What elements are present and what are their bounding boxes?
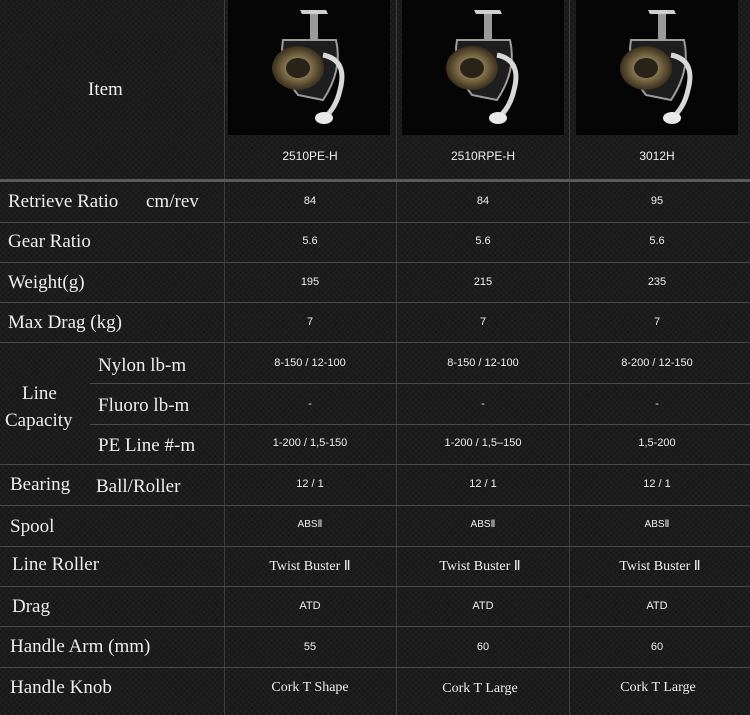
cell-fluoro: -	[481, 398, 485, 410]
header-divider	[0, 179, 750, 182]
cell-bearing: 12 / 1	[296, 478, 324, 490]
cell-line-roller: Twist Buster Ⅱ	[439, 559, 521, 574]
column-divider	[396, 0, 397, 715]
row-label-fluoro: Fluoro lb-m	[98, 395, 190, 416]
row-divider	[90, 424, 750, 425]
row-label-nylon: Nylon lb-m	[98, 355, 187, 376]
row-label-handle-arm: Handle Arm (mm)	[10, 636, 151, 657]
cell-nylon: 8-150 / 12-100	[274, 357, 346, 369]
cell-line-roller: Twist Buster Ⅱ	[619, 559, 701, 574]
row-divider	[0, 262, 750, 263]
spinning-reel-image	[446, 10, 519, 124]
row-divider	[0, 464, 750, 465]
cell-gear: 5.6	[475, 235, 491, 247]
cell-fluoro: -	[655, 398, 659, 410]
cell-pe: 1,5-200	[638, 437, 676, 449]
cell-handle-arm: 60	[650, 641, 664, 653]
row-label-bearing: Bearing	[10, 474, 71, 495]
cell-gear: 5.6	[302, 235, 318, 247]
cell-max-drag: 7	[653, 316, 661, 328]
product-photo	[228, 0, 390, 135]
cell-fluoro: -	[308, 398, 312, 410]
row-divider	[0, 342, 750, 343]
row-divider	[0, 546, 750, 547]
cell-handle-knob: Cork T Large	[442, 681, 518, 696]
cell-pe: 1-200 / 1,5–150	[444, 437, 522, 449]
cell-weight: 195	[300, 276, 320, 288]
cell-handle-knob: Cork T Shape	[271, 680, 349, 695]
row-divider	[0, 302, 750, 303]
cell-handle-arm: 55	[303, 641, 317, 653]
cell-weight: 215	[473, 276, 493, 288]
cell-drag: ATD	[472, 600, 494, 612]
row-label-handle-knob: Handle Knob	[10, 677, 112, 698]
row-divider	[0, 586, 750, 587]
row-label-drag: Drag	[12, 596, 50, 617]
spinning-reel-image	[620, 10, 693, 124]
cell-line-roller: Twist Buster Ⅱ	[269, 559, 351, 574]
row-label-pe: PE Line #-m	[98, 435, 196, 456]
cell-nylon: 8-150 / 12-100	[447, 357, 519, 369]
row-divider	[0, 505, 750, 506]
cell-handle-knob: Cork T Large	[620, 680, 696, 695]
cell-gear: 5.6	[649, 235, 665, 247]
model-name: 2510RPE-H	[450, 149, 516, 163]
cell-max-drag: 7	[479, 316, 487, 328]
cell-retrieve: 84	[303, 195, 317, 207]
cell-nylon: 8-200 / 12-150	[621, 357, 693, 369]
row-unit-retrieve: cm/rev	[146, 191, 199, 212]
model-name: 2510PE-H	[282, 149, 338, 163]
row-label-max-drag: Max Drag (kg)	[8, 312, 122, 333]
row-label-retrieve: Retrieve Ratio	[8, 191, 119, 212]
row-label-spool: Spool	[10, 516, 55, 537]
spinning-reel-image	[272, 10, 345, 124]
row-label-line-roller: Line Roller	[12, 554, 100, 575]
cell-spool: ABSⅡ	[644, 519, 670, 530]
product-photo	[402, 0, 564, 135]
cell-drag: ATD	[299, 600, 321, 612]
row-label-line-capacity-2: Capacity	[5, 410, 73, 431]
model-name: 3012H	[639, 149, 675, 163]
cell-weight: 235	[647, 276, 667, 288]
cell-max-drag: 7	[306, 316, 314, 328]
cell-spool: ABSⅡ	[470, 519, 496, 530]
product-photo	[576, 0, 738, 135]
item-header-label: Item	[88, 79, 123, 100]
cell-handle-arm: 60	[476, 641, 490, 653]
row-divider	[90, 383, 750, 384]
cell-drag: ATD	[646, 600, 668, 612]
row-label-line-capacity-1: Line	[22, 383, 57, 404]
row-divider	[0, 222, 750, 223]
cell-pe: 1-200 / 1,5-150	[272, 437, 348, 449]
row-label-weight: Weight(g)	[8, 272, 85, 293]
cell-retrieve: 95	[650, 195, 664, 207]
row-sublabel-bearing: Ball/Roller	[96, 476, 181, 497]
cell-spool: ABSⅡ	[297, 519, 323, 530]
cell-bearing: 12 / 1	[469, 478, 497, 490]
row-label-gear: Gear Ratio	[8, 231, 91, 252]
row-divider	[0, 626, 750, 627]
cell-bearing: 12 / 1	[643, 478, 671, 490]
cell-retrieve: 84	[476, 195, 490, 207]
row-divider	[0, 667, 750, 668]
column-divider	[569, 0, 570, 715]
